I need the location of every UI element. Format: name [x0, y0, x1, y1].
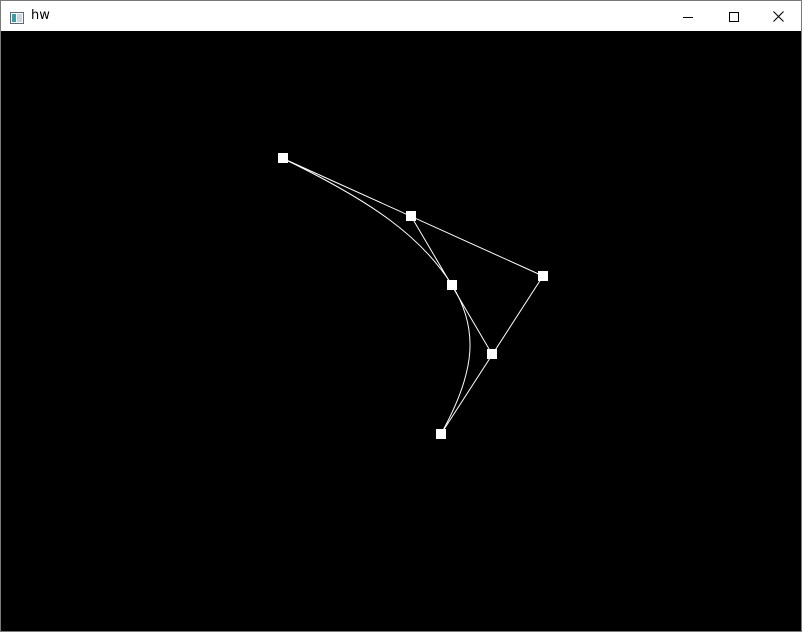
- title-bar[interactable]: hw: [1, 1, 801, 31]
- midpoint-handle[interactable]: [487, 349, 497, 359]
- curve-point-handle[interactable]: [447, 280, 457, 290]
- control-point-handle[interactable]: [538, 271, 548, 281]
- drawing-canvas[interactable]: [1, 31, 801, 631]
- window-title: hw: [31, 8, 50, 23]
- minimize-button[interactable]: [665, 1, 711, 31]
- app-window-icon: [10, 9, 24, 24]
- close-button[interactable]: [755, 1, 801, 31]
- control-point-handle[interactable]: [436, 429, 446, 439]
- control-point-handle[interactable]: [278, 153, 288, 163]
- maximize-icon: [729, 7, 739, 26]
- bezier-drawing[interactable]: [1, 31, 801, 631]
- close-icon: [772, 7, 784, 26]
- bezier-curve: [281, 157, 471, 435]
- minimize-icon: [683, 7, 693, 26]
- midpoint-handle[interactable]: [406, 211, 416, 221]
- app-window: hw: [0, 0, 802, 632]
- maximize-button[interactable]: [711, 1, 757, 31]
